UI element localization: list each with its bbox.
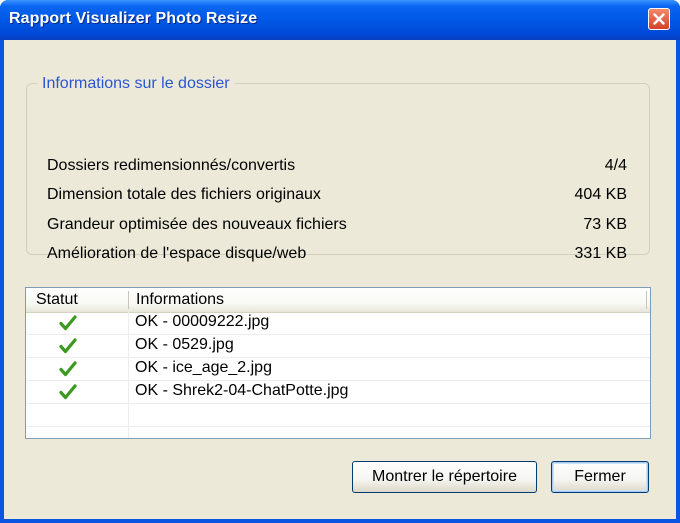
info-row-optimized-size: Grandeur optimisée des nouveaux fichiers… (47, 216, 627, 236)
empty-list-row (26, 404, 650, 427)
info-label: Dimension totale des fichiers originaux (47, 186, 321, 203)
checkmark-icon (59, 384, 77, 400)
list-item-text: OK - ice_age_2.jpg (135, 359, 272, 376)
close-icon (653, 13, 665, 25)
checkmark-icon (59, 361, 77, 377)
close-button[interactable]: Fermer (551, 461, 649, 493)
info-label: Grandeur optimisée des nouveaux fichiers (47, 216, 347, 233)
column-header-status[interactable]: Statut (36, 291, 78, 309)
dialog-body: Informations sur le dossier Dossiers red… (4, 40, 676, 519)
report-window: Rapport Visualizer Photo Resize Informat… (0, 0, 680, 523)
list-item[interactable]: OK - ice_age_2.jpg (26, 358, 650, 381)
close-window-button[interactable] (648, 8, 670, 30)
list-item[interactable]: OK - Shrek2-04-ChatPotte.jpg (26, 381, 650, 404)
results-list[interactable]: Statut Informations OK - 00009222.jpg OK… (25, 287, 651, 439)
column-divider[interactable] (128, 291, 129, 309)
list-item[interactable]: OK - 00009222.jpg (26, 312, 650, 335)
list-item-text: OK - 00009222.jpg (135, 313, 270, 330)
checkmark-icon (59, 338, 77, 354)
column-header-informations[interactable]: Informations (136, 291, 224, 309)
results-list-header: Statut Informations (26, 288, 650, 313)
list-item-text: OK - Shrek2-04-ChatPotte.jpg (135, 382, 349, 399)
list-item[interactable]: OK - 0529.jpg (26, 335, 650, 358)
info-value: 331 KB (574, 245, 627, 262)
info-label: Dossiers redimensionnés/convertis (47, 157, 296, 174)
show-folder-button[interactable]: Montrer le répertoire (352, 461, 537, 493)
folder-info-group: Informations sur le dossier Dossiers red… (26, 75, 650, 262)
window-title: Rapport Visualizer Photo Resize (9, 10, 258, 27)
column-divider[interactable] (646, 291, 647, 309)
info-row-space-saved: Amélioration de l'espace disque/web 331 … (47, 245, 627, 265)
info-row-folders-converted: Dossiers redimensionnés/convertis 4/4 (47, 157, 627, 177)
folder-info-group-title: Informations sur le dossier (37, 75, 235, 93)
checkmark-icon (59, 315, 77, 331)
title-bar[interactable]: Rapport Visualizer Photo Resize (0, 0, 680, 40)
info-value: 404 KB (574, 186, 627, 203)
info-row-original-size: Dimension totale des fichiers originaux … (47, 186, 627, 206)
info-value: 73 KB (583, 216, 627, 233)
info-label: Amélioration de l'espace disque/web (47, 245, 307, 262)
info-value: 4/4 (604, 157, 627, 174)
list-item-text: OK - 0529.jpg (135, 336, 234, 353)
